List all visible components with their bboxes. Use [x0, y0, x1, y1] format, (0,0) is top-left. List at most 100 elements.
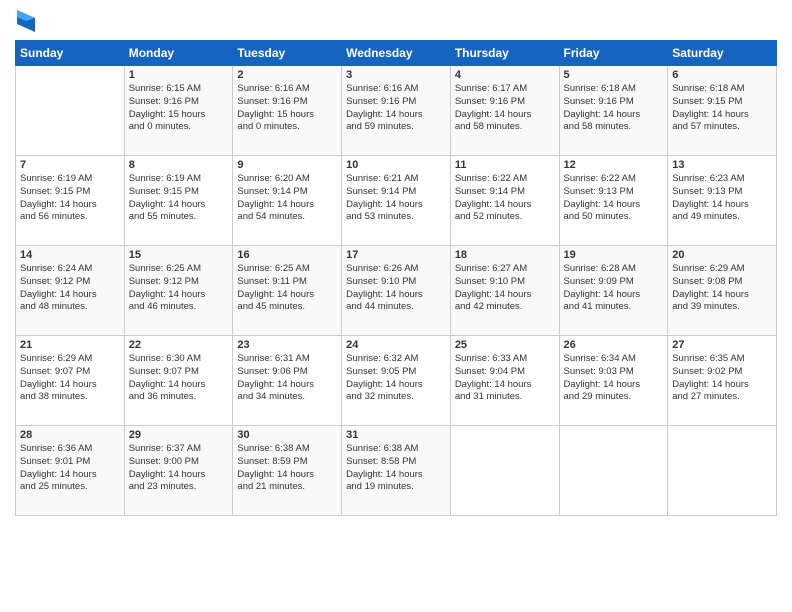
day-number: 5 — [564, 69, 664, 81]
cell-content: Sunrise: 6:36 AM Sunset: 9:01 PM Dayligh… — [20, 443, 120, 494]
calendar-cell: 19 Sunrise: 6:28 AM Sunset: 9:09 PM Dayli… — [559, 246, 668, 336]
day-number: 26 — [564, 339, 664, 351]
cell-content: Sunrise: 6:18 AM Sunset: 9:16 PM Dayligh… — [564, 83, 664, 134]
day-number: 24 — [346, 339, 446, 351]
calendar-cell: 24 Sunrise: 6:32 AM Sunset: 9:05 PM Dayli… — [342, 336, 451, 426]
calendar-table: SundayMondayTuesdayWednesdayThursdayFrid… — [15, 40, 777, 516]
page-header — [15, 10, 777, 32]
calendar-body: 1Sunrise: 6:15 AM Sunset: 9:16 PM Daylig… — [16, 66, 777, 516]
cell-content: Sunrise: 6:19 AM Sunset: 9:15 PM Dayligh… — [20, 173, 120, 224]
cell-content: Sunrise: 6:29 AM Sunset: 9:08 PM Dayligh… — [672, 263, 772, 314]
calendar-cell: 18 Sunrise: 6:27 AM Sunset: 9:10 PM Dayli… — [450, 246, 559, 336]
calendar-cell — [668, 426, 777, 516]
cell-content: Sunrise: 6:34 AM Sunset: 9:03 PM Dayligh… — [564, 353, 664, 404]
week-row-4: 21Sunrise: 6:29 AM Sunset: 9:07 PM Dayli… — [16, 336, 777, 426]
cell-content: Sunrise: 6:32 AM Sunset: 9:05 PM Dayligh… — [346, 353, 446, 404]
calendar-cell: 29 Sunrise: 6:37 AM Sunset: 9:00 PM Dayli… — [124, 426, 233, 516]
day-number: 31 — [346, 429, 446, 441]
day-number: 19 — [564, 249, 664, 261]
day-number: 4 — [455, 69, 555, 81]
calendar-cell: 13Sunrise: 6:23 AM Sunset: 9:13 PM Dayli… — [668, 156, 777, 246]
logo-icon — [17, 10, 35, 32]
cell-content: Sunrise: 6:21 AM Sunset: 9:14 PM Dayligh… — [346, 173, 446, 224]
calendar-cell — [559, 426, 668, 516]
header-day-friday: Friday — [559, 41, 668, 66]
day-number: 7 — [20, 159, 120, 171]
cell-content: Sunrise: 6:18 AM Sunset: 9:15 PM Dayligh… — [672, 83, 772, 134]
cell-content: Sunrise: 6:26 AM Sunset: 9:10 PM Dayligh… — [346, 263, 446, 314]
day-number: 6 — [672, 69, 772, 81]
header-day-saturday: Saturday — [668, 41, 777, 66]
calendar-cell: 26 Sunrise: 6:34 AM Sunset: 9:03 PM Dayli… — [559, 336, 668, 426]
calendar-cell: 7 Sunrise: 6:19 AM Sunset: 9:15 PM Daylig… — [16, 156, 125, 246]
calendar-cell: 8Sunrise: 6:19 AM Sunset: 9:15 PM Daylig… — [124, 156, 233, 246]
week-row-3: 14 Sunrise: 6:24 AM Sunset: 9:12 PM Dayli… — [16, 246, 777, 336]
calendar-cell: 30 Sunrise: 6:38 AM Sunset: 8:59 PM Dayli… — [233, 426, 342, 516]
cell-content: Sunrise: 6:25 AM Sunset: 9:11 PM Dayligh… — [237, 263, 337, 314]
cell-content: Sunrise: 6:25 AM Sunset: 9:12 PM Dayligh… — [129, 263, 229, 314]
cell-content: Sunrise: 6:15 AM Sunset: 9:16 PM Dayligh… — [129, 83, 229, 134]
week-row-5: 28 Sunrise: 6:36 AM Sunset: 9:01 PM Dayli… — [16, 426, 777, 516]
calendar-cell — [16, 66, 125, 156]
day-number: 30 — [237, 429, 337, 441]
logo — [15, 10, 35, 32]
day-number: 16 — [237, 249, 337, 261]
cell-content: Sunrise: 6:27 AM Sunset: 9:10 PM Dayligh… — [455, 263, 555, 314]
calendar-cell: 22Sunrise: 6:30 AM Sunset: 9:07 PM Dayli… — [124, 336, 233, 426]
day-number: 18 — [455, 249, 555, 261]
day-number: 25 — [455, 339, 555, 351]
calendar-cell: 2 Sunrise: 6:16 AM Sunset: 9:16 PM Daylig… — [233, 66, 342, 156]
calendar-cell: 25 Sunrise: 6:33 AM Sunset: 9:04 PM Dayli… — [450, 336, 559, 426]
cell-content: Sunrise: 6:20 AM Sunset: 9:14 PM Dayligh… — [237, 173, 337, 224]
calendar-cell: 5 Sunrise: 6:18 AM Sunset: 9:16 PM Daylig… — [559, 66, 668, 156]
header-day-sunday: Sunday — [16, 41, 125, 66]
cell-content: Sunrise: 6:28 AM Sunset: 9:09 PM Dayligh… — [564, 263, 664, 314]
cell-content: Sunrise: 6:22 AM Sunset: 9:14 PM Dayligh… — [455, 173, 555, 224]
day-number: 27 — [672, 339, 772, 351]
header-day-monday: Monday — [124, 41, 233, 66]
cell-content: Sunrise: 6:31 AM Sunset: 9:06 PM Dayligh… — [237, 353, 337, 404]
cell-content: Sunrise: 6:37 AM Sunset: 9:00 PM Dayligh… — [129, 443, 229, 494]
cell-content: Sunrise: 6:16 AM Sunset: 9:16 PM Dayligh… — [237, 83, 337, 134]
day-number: 8 — [129, 159, 229, 171]
header-day-thursday: Thursday — [450, 41, 559, 66]
week-row-1: 1Sunrise: 6:15 AM Sunset: 9:16 PM Daylig… — [16, 66, 777, 156]
day-number: 28 — [20, 429, 120, 441]
calendar-cell: 16 Sunrise: 6:25 AM Sunset: 9:11 PM Dayli… — [233, 246, 342, 336]
calendar-cell: 11Sunrise: 6:22 AM Sunset: 9:14 PM Dayli… — [450, 156, 559, 246]
day-number: 3 — [346, 69, 446, 81]
header-day-tuesday: Tuesday — [233, 41, 342, 66]
day-number: 21 — [20, 339, 120, 351]
calendar-cell: 12Sunrise: 6:22 AM Sunset: 9:13 PM Dayli… — [559, 156, 668, 246]
calendar-cell: 4 Sunrise: 6:17 AM Sunset: 9:16 PM Daylig… — [450, 66, 559, 156]
calendar-cell: 9 Sunrise: 6:20 AM Sunset: 9:14 PM Daylig… — [233, 156, 342, 246]
cell-content: Sunrise: 6:38 AM Sunset: 8:59 PM Dayligh… — [237, 443, 337, 494]
cell-content: Sunrise: 6:22 AM Sunset: 9:13 PM Dayligh… — [564, 173, 664, 224]
day-number: 29 — [129, 429, 229, 441]
day-number: 15 — [129, 249, 229, 261]
cell-content: Sunrise: 6:38 AM Sunset: 8:58 PM Dayligh… — [346, 443, 446, 494]
day-number: 23 — [237, 339, 337, 351]
calendar-cell: 14 Sunrise: 6:24 AM Sunset: 9:12 PM Dayli… — [16, 246, 125, 336]
calendar-cell: 3 Sunrise: 6:16 AM Sunset: 9:16 PM Daylig… — [342, 66, 451, 156]
cell-content: Sunrise: 6:24 AM Sunset: 9:12 PM Dayligh… — [20, 263, 120, 314]
calendar-cell: 21Sunrise: 6:29 AM Sunset: 9:07 PM Dayli… — [16, 336, 125, 426]
header-day-wednesday: Wednesday — [342, 41, 451, 66]
week-row-2: 7 Sunrise: 6:19 AM Sunset: 9:15 PM Daylig… — [16, 156, 777, 246]
day-number: 14 — [20, 249, 120, 261]
calendar-cell: 1Sunrise: 6:15 AM Sunset: 9:16 PM Daylig… — [124, 66, 233, 156]
cell-content: Sunrise: 6:33 AM Sunset: 9:04 PM Dayligh… — [455, 353, 555, 404]
cell-content: Sunrise: 6:17 AM Sunset: 9:16 PM Dayligh… — [455, 83, 555, 134]
calendar-cell: 23 Sunrise: 6:31 AM Sunset: 9:06 PM Dayli… — [233, 336, 342, 426]
day-number: 17 — [346, 249, 446, 261]
day-number: 22 — [129, 339, 229, 351]
day-number: 10 — [346, 159, 446, 171]
day-number: 9 — [237, 159, 337, 171]
cell-content: Sunrise: 6:16 AM Sunset: 9:16 PM Dayligh… — [346, 83, 446, 134]
cell-content: Sunrise: 6:35 AM Sunset: 9:02 PM Dayligh… — [672, 353, 772, 404]
header-row: SundayMondayTuesdayWednesdayThursdayFrid… — [16, 41, 777, 66]
cell-content: Sunrise: 6:23 AM Sunset: 9:13 PM Dayligh… — [672, 173, 772, 224]
day-number: 2 — [237, 69, 337, 81]
calendar-cell: 31 Sunrise: 6:38 AM Sunset: 8:58 PM Dayli… — [342, 426, 451, 516]
calendar-cell: 28 Sunrise: 6:36 AM Sunset: 9:01 PM Dayli… — [16, 426, 125, 516]
